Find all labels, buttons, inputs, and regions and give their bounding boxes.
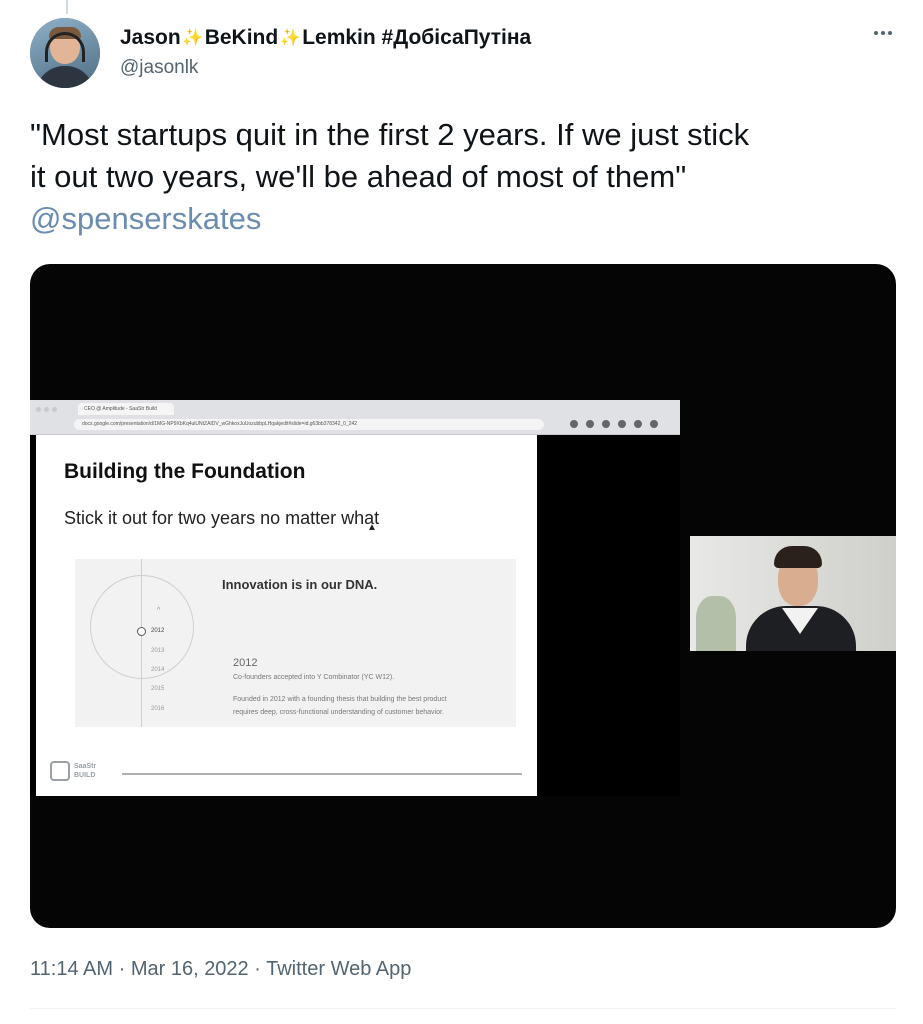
timeline-year: 2013 bbox=[151, 648, 165, 654]
extension-icon bbox=[618, 420, 626, 428]
detail-text: Founded in 2012 with a founding thesis t… bbox=[233, 696, 447, 703]
window-dot-icon bbox=[44, 407, 49, 412]
tweet-date[interactable]: Mar 16, 2022 bbox=[131, 958, 249, 980]
slide-footer-rule bbox=[122, 773, 522, 775]
window-dot-icon bbox=[36, 407, 41, 412]
tweet-time[interactable]: 11:14 AM bbox=[30, 958, 113, 980]
speaker-webcam bbox=[690, 536, 896, 651]
detail-year: 2012 bbox=[233, 657, 258, 669]
window-dot-icon bbox=[52, 407, 57, 412]
mention-link[interactable]: @spenserskates bbox=[30, 198, 900, 240]
mouse-cursor-icon: ▲ bbox=[367, 522, 377, 533]
tweet-source[interactable]: Twitter Web App bbox=[266, 958, 411, 980]
tweet-text-line: it out two years, we'll be ahead of most… bbox=[30, 159, 687, 194]
author-handle[interactable]: @jasonlk bbox=[120, 57, 198, 79]
detail-text: requires deep, cross-functional understa… bbox=[233, 709, 444, 716]
author-display-name[interactable]: Jason ✨ BeKind ✨ Lemkin #ДобісаПутіна bbox=[120, 26, 531, 50]
sparkle-icon: ✨ bbox=[182, 28, 204, 47]
presentation-slide: Building the Foundation Stick it out for… bbox=[36, 435, 537, 796]
saastr-build-logo: SaaStr BUILD bbox=[50, 761, 122, 783]
thread-connector-line bbox=[66, 0, 68, 14]
detail-text: Co-founders accepted into Y Combinator (… bbox=[233, 674, 395, 681]
timeline-line bbox=[141, 559, 142, 727]
panel-heading: Innovation is in our DNA. bbox=[222, 577, 378, 592]
avatar[interactable] bbox=[30, 18, 100, 88]
extension-icon bbox=[570, 420, 578, 428]
slide-title: Building the Foundation bbox=[64, 460, 306, 483]
timeline-marker-icon bbox=[137, 627, 146, 636]
divider bbox=[30, 1008, 896, 1009]
timeline-year: 2014 bbox=[151, 667, 165, 673]
tweet-card: Jason ✨ BeKind ✨ Lemkin #ДобісаПутіна @j… bbox=[0, 0, 923, 1024]
extension-icon bbox=[586, 420, 594, 428]
meta-separator: · bbox=[254, 958, 261, 980]
tweet-text-line: "Most startups quit in the first 2 years… bbox=[30, 117, 750, 152]
extension-icon bbox=[634, 420, 642, 428]
more-options-icon[interactable] bbox=[868, 22, 898, 44]
tweet-metadata: 11:14 AM · Mar 16, 2022 · Twitter Web Ap… bbox=[30, 958, 411, 981]
extension-icon bbox=[602, 420, 610, 428]
timeline-year: 2016 bbox=[151, 706, 165, 712]
screen-share: CEO @ Amplitude - SaaStr Build docs.goog… bbox=[30, 400, 680, 796]
author-name-row[interactable]: Jason ✨ BeKind ✨ Lemkin #ДобісаПутіна bbox=[120, 22, 531, 54]
browser-url-bar: docs.google.com/presentation/d/1MG-NP9Xb… bbox=[74, 419, 544, 430]
browser-tab: CEO @ Amplitude - SaaStr Build bbox=[78, 403, 174, 415]
browser-toolbar: CEO @ Amplitude - SaaStr Build docs.goog… bbox=[30, 400, 680, 435]
video-player[interactable]: CEO @ Amplitude - SaaStr Build docs.goog… bbox=[30, 264, 896, 928]
profile-icon bbox=[650, 420, 658, 428]
meta-separator: · bbox=[118, 958, 126, 980]
timeline-panel: ^ 2012 2013 2014 2015 2016 Innovation is… bbox=[75, 559, 516, 727]
timeline-year: 2012 bbox=[151, 628, 165, 634]
timeline-year: 2015 bbox=[151, 686, 165, 692]
sparkle-icon: ✨ bbox=[279, 28, 301, 47]
slide-subtitle: Stick it out for two years no matter wha… bbox=[64, 508, 380, 528]
tweet-text: "Most startups quit in the first 2 years… bbox=[30, 114, 900, 240]
chevron-up-icon: ^ bbox=[157, 607, 161, 614]
